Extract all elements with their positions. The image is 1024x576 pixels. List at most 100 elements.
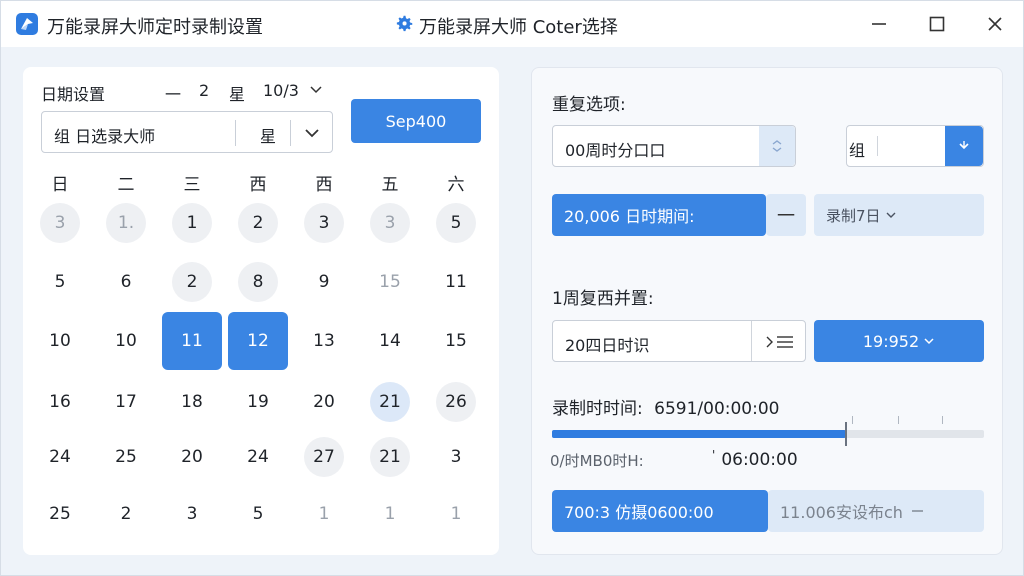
weekday-label: 二 — [117, 175, 135, 195]
calendar-day[interactable]: 1 — [370, 494, 410, 534]
calendar-day[interactable]: 25 — [40, 494, 80, 534]
calendar-day[interactable]: 5 — [436, 203, 476, 243]
calendar-day[interactable]: 14 — [370, 321, 410, 361]
header-value-1[interactable]: 一 — [165, 81, 181, 105]
calendar-day[interactable]: 16 — [40, 382, 80, 422]
divider — [751, 321, 752, 361]
divider — [290, 120, 291, 146]
calendar-day[interactable]: 6 — [106, 262, 146, 302]
header-value-3[interactable]: 星 — [229, 81, 245, 105]
calendar-day[interactable]: 3 — [40, 203, 80, 243]
time-input-value: 20四日时识 — [565, 336, 650, 355]
main-window: 万能录屏大师定时录制设置 万能录屏大师 Coter选择 日期设置 一 2 星 1… — [0, 0, 1024, 576]
calendar-day[interactable]: 20 — [304, 382, 344, 422]
minimize-icon — [872, 23, 886, 25]
recorder-select-mid[interactable]: 星 — [260, 123, 276, 147]
minus-button[interactable]: 一 — [766, 194, 806, 236]
calendar-day[interactable]: 11 — [436, 262, 476, 302]
calendar-day[interactable]: 1 — [172, 203, 212, 243]
divider — [235, 120, 236, 146]
meta-right-value: 06:00:00 — [721, 450, 798, 470]
recorder-select[interactable]: 组 日选录大师 星 — [41, 111, 333, 153]
calendar-day-selected[interactable]: 12 — [228, 312, 288, 370]
bottom-secondary-value: 11.006安设布ch — [780, 503, 903, 522]
calendar-day[interactable]: 5 — [238, 494, 278, 534]
section2-label: 1周复西并置: — [552, 289, 654, 309]
calendar-day[interactable]: 9 — [304, 262, 344, 302]
calendar-day[interactable]: 15 — [436, 321, 476, 361]
progress-tick — [942, 416, 943, 424]
meta-right-time: ' 06:00:00 — [712, 448, 798, 470]
time-input[interactable]: 20四日时识 — [552, 320, 806, 362]
chevron-down-icon — [924, 338, 934, 345]
list-icon[interactable] — [765, 334, 795, 350]
schedule-panel: 重复选项: 00周时分口口 组 20,006 日时期间: 一 录制7日 1周复西… — [531, 67, 1003, 555]
record-select[interactable]: 录制7日 — [814, 194, 984, 236]
calendar-day[interactable]: 19 — [238, 382, 278, 422]
calendar-day[interactable]: 27 — [304, 437, 344, 477]
calendar-day[interactable]: 1 — [304, 494, 344, 534]
calendar-day[interactable]: 21 — [370, 437, 410, 477]
calendar-day[interactable]: 15 — [370, 262, 410, 302]
gear-icon[interactable] — [393, 13, 415, 35]
calendar-day[interactable]: 1 — [436, 494, 476, 534]
date-range-field[interactable]: 20,006 日时期间: — [552, 194, 766, 236]
repeat-spinner[interactable] — [759, 126, 795, 166]
calendar-day[interactable]: 10 — [40, 321, 80, 361]
close-button[interactable] — [979, 9, 1011, 39]
calendar-day[interactable]: 8 — [238, 262, 278, 302]
calendar-day[interactable]: 5 — [40, 262, 80, 302]
calendar-day[interactable]: 1. — [106, 203, 146, 243]
calendar-day[interactable]: 25 — [106, 437, 146, 477]
header-value-2[interactable]: 2 — [199, 81, 209, 100]
calendar-day[interactable]: 26 — [436, 382, 476, 422]
swap-vertical-icon — [772, 140, 782, 152]
record-progress-track[interactable] — [552, 422, 984, 446]
calendar-day[interactable]: 2 — [106, 494, 146, 534]
repeat-input-value: 00周时分口口 — [565, 141, 666, 160]
arrow-right-icon — [911, 510, 923, 512]
header-value-4[interactable]: 10/3 — [263, 81, 299, 100]
window-title: 万能录屏大师定时录制设置 — [47, 17, 263, 38]
recorder-select-value: 组 日选录大师 — [54, 127, 156, 146]
repeat-options-label: 重复选项: — [552, 95, 626, 115]
repeat-input[interactable]: 00周时分口口 — [552, 125, 796, 167]
calendar-day[interactable]: 21 — [370, 382, 410, 422]
divider — [877, 136, 878, 156]
calendar-day[interactable]: 17 — [106, 382, 146, 422]
weekday-label: 西 — [315, 175, 333, 195]
calendar-day[interactable]: 3 — [370, 203, 410, 243]
calendar-day[interactable]: 20 — [172, 437, 212, 477]
calendar-day[interactable]: 24 — [40, 437, 80, 477]
time-select[interactable]: 19:952 — [814, 320, 984, 362]
chevron-down-icon — [886, 212, 896, 218]
record-progress-handle[interactable] — [844, 422, 847, 446]
calendar-day-selected[interactable]: 11 — [162, 312, 222, 370]
title-bar: 万能录屏大师定时录制设置 万能录屏大师 Coter选择 — [1, 1, 1023, 47]
minimize-button[interactable] — [863, 9, 895, 39]
bottom-primary-field[interactable]: 700:3 仿摄0600:00 — [552, 490, 768, 532]
primary-action-button[interactable]: Sep400 — [351, 99, 481, 143]
app-logo-icon — [16, 13, 38, 35]
calendar-day[interactable]: 2 — [238, 203, 278, 243]
calendar-day[interactable]: 24 — [238, 437, 278, 477]
calendar-day[interactable]: 3 — [436, 437, 476, 477]
calendar-day[interactable]: 2 — [172, 262, 212, 302]
calendar-day[interactable]: 3 — [172, 494, 212, 534]
chevron-down-icon[interactable] — [304, 125, 320, 141]
date-settings-label: 日期设置 — [41, 85, 106, 104]
calendar-day[interactable]: 10 — [106, 321, 146, 361]
calendar-day[interactable]: 3 — [304, 203, 344, 243]
bottom-secondary-field[interactable]: 11.006安设布ch — [768, 490, 984, 532]
maximize-button[interactable] — [921, 9, 953, 39]
weekday-label: 三 — [183, 175, 201, 195]
small-select-toggle[interactable] — [945, 126, 983, 166]
small-select[interactable]: 组 — [846, 125, 984, 167]
weekday-label: 五 — [381, 175, 399, 195]
calendar-day[interactable]: 13 — [304, 321, 344, 361]
progress-tick — [898, 416, 899, 424]
calendar-day[interactable]: 18 — [172, 382, 212, 422]
chevron-down-icon[interactable] — [309, 83, 323, 97]
progress-ticks — [552, 416, 984, 426]
weekday-label: 西 — [249, 175, 267, 195]
